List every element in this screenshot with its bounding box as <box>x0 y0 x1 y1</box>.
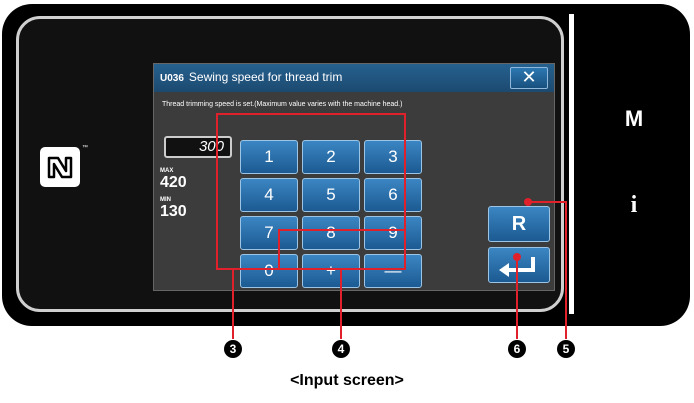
callout-marker-4: 4 <box>332 340 350 358</box>
side-panel: M i <box>576 16 688 316</box>
callout-line-5-vertical <box>565 201 567 339</box>
reset-button[interactable]: R <box>488 206 550 242</box>
plus-minus-highlight <box>278 229 406 270</box>
callout-line-6 <box>516 257 518 339</box>
caption: <Input screen> <box>290 372 404 389</box>
callout-line-3 <box>232 270 234 339</box>
callout-marker-6: 6 <box>508 340 526 358</box>
menu-button[interactable]: M <box>614 106 654 132</box>
dialog-description: Thread trimming speed is set.(Maximum va… <box>162 101 403 108</box>
dialog-titlebar: U036 Sewing speed for thread trim ✕ <box>154 64 554 92</box>
enter-button[interactable] <box>488 247 550 283</box>
screen-divider <box>569 14 574 314</box>
nfc-trademark: ™ <box>82 145 88 151</box>
dialog-title-text: Sewing speed for thread trim <box>188 70 343 84</box>
callout-line-5-horizontal <box>528 201 566 203</box>
dialog-title: U036 Sewing speed for thread trim <box>160 70 342 84</box>
callout-line-4 <box>340 270 342 339</box>
min-value: 130 <box>160 203 187 220</box>
close-button[interactable]: ✕ <box>510 67 548 89</box>
max-value: 420 <box>160 174 187 191</box>
nfc-icon <box>40 147 80 187</box>
callout-marker-5: 5 <box>557 340 575 358</box>
dialog-code: U036 <box>160 73 184 84</box>
callout-marker-3: 3 <box>224 340 242 358</box>
info-button[interactable]: i <box>614 192 654 219</box>
